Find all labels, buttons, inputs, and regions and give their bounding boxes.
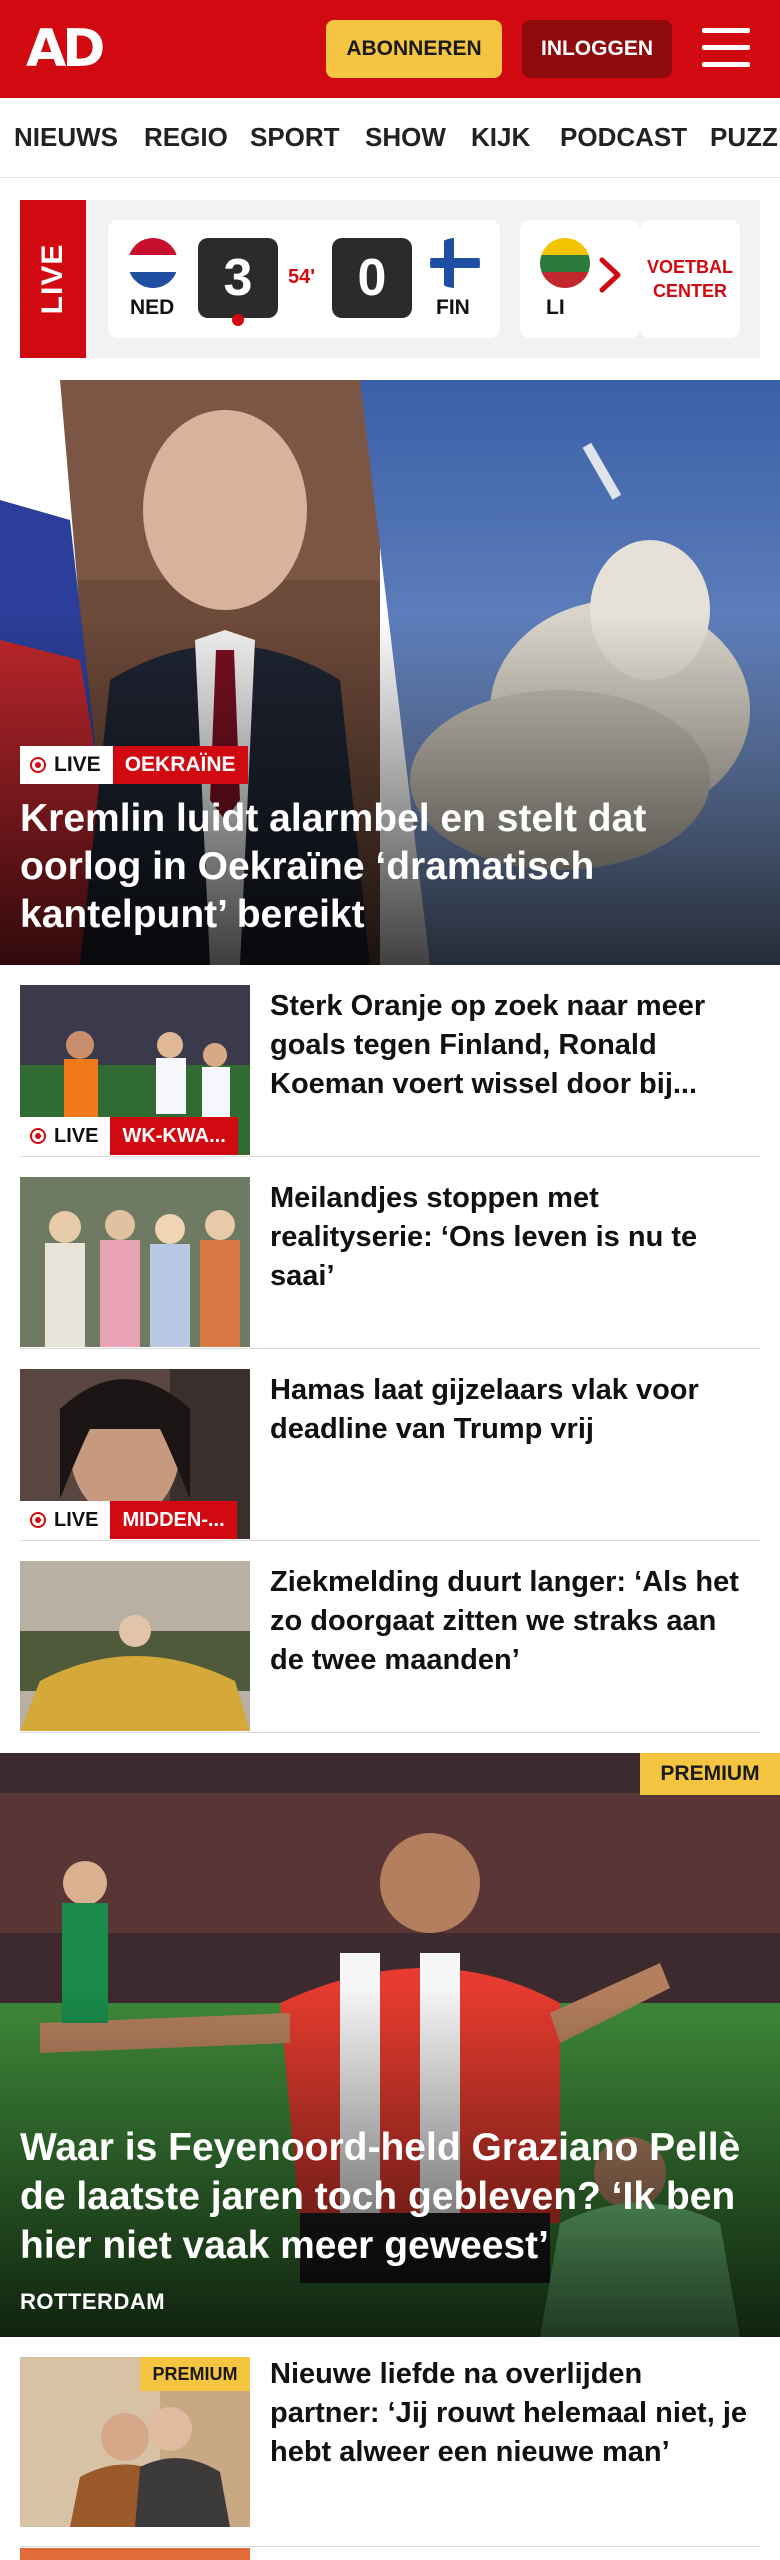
premium-hero-location: ROTTERDAM	[20, 2289, 166, 2314]
main-nav: NIEUWS REGIO SPORT SHOW KIJK PODCAST PUZ…	[0, 98, 780, 178]
article-thumbnail: LIVE WK-KWA...	[20, 985, 250, 1155]
nav-item-podcast[interactable]: PODCAST	[560, 122, 687, 153]
premium-badge: PREMIUM	[140, 2357, 250, 2391]
live-badge-label: LIVE	[54, 1124, 99, 1147]
article-title[interactable]: Sterk Oranje op zoek naar meer goals teg…	[270, 987, 750, 1104]
category-badge[interactable]: MIDDEN-...	[110, 1501, 237, 1539]
article-thumbnail: LIVE MIDDEN-...	[20, 1369, 250, 1539]
match-card[interactable]: NED 3 54' 0 FIN	[108, 220, 500, 338]
voetbal-center-line1: VOETBAL	[646, 257, 733, 277]
article-title[interactable]: Meilandjes stoppen met realityserie: ‘On…	[270, 1179, 750, 1296]
article-thumbnail: PREMIUM	[20, 2357, 250, 2527]
article-thumbnail	[20, 1177, 250, 1347]
live-dot-icon	[30, 1128, 46, 1144]
live-tab-label: LIVE	[36, 243, 69, 315]
voetbal-center-line2: CENTER	[652, 281, 727, 301]
live-badge: LIVE	[20, 1117, 111, 1155]
voetbal-center-link[interactable]: VOETBAL CENTER	[640, 220, 740, 338]
live-badge: LIVE	[20, 1501, 111, 1539]
finland-flag-icon	[430, 238, 480, 288]
away-score: 0	[332, 238, 412, 318]
nav-item-kijk[interactable]: KIJK	[471, 122, 530, 153]
home-score: 3	[198, 238, 278, 318]
premium-hero-article[interactable]: PREMIUM Waar is Feyenoord-held Graziano …	[0, 1753, 780, 2337]
live-scores-strip: LIVE NED 3 54' 0 FIN LI VOETBAL CENTER	[20, 200, 760, 358]
live-dot-icon	[30, 757, 46, 773]
site-header: AD ABONNEREN INLOGGEN	[0, 0, 780, 98]
category-badge[interactable]: WK-KWA...	[110, 1117, 238, 1155]
nav-item-puzzels[interactable]: PUZZ	[710, 122, 778, 153]
article-tags: LIVE MIDDEN-...	[20, 1501, 237, 1539]
next-article-thumbnail	[20, 2548, 250, 2560]
hamburger-menu-icon[interactable]	[702, 26, 750, 70]
hero-article[interactable]: LIVE OEKRAÏNE Kremlin luidt alarmbel en …	[0, 380, 780, 965]
subscribe-button[interactable]: ABONNEREN	[326, 20, 502, 78]
login-button[interactable]: INLOGGEN	[522, 20, 672, 78]
article-title[interactable]: Nieuwe liefde na overlijden partner: ‘Ji…	[270, 2355, 750, 2472]
category-badge[interactable]: OEKRAÏNE	[112, 746, 248, 784]
nav-item-regio[interactable]: REGIO	[144, 122, 228, 153]
live-badge: LIVE	[20, 746, 113, 784]
article-title[interactable]: Ziekmelding duurt langer: ‘Als het zo do…	[270, 1563, 750, 1680]
article-title[interactable]: Hamas laat gijzelaars vlak voor deadline…	[270, 1371, 750, 1449]
nav-item-nieuws[interactable]: NIEUWS	[14, 122, 118, 153]
article-tags: LIVE WK-KWA...	[20, 1117, 238, 1155]
next-match-team-code: LI	[546, 296, 565, 319]
list-item[interactable]: PREMIUM Nieuwe liefde na overlijden part…	[20, 2337, 760, 2547]
live-badge-label: LIVE	[54, 753, 101, 776]
list-item[interactable]: LIVE MIDDEN-... Hamas laat gijzelaars vl…	[20, 1349, 760, 1541]
list-item[interactable]: Ziekmelding duurt langer: ‘Als het zo do…	[20, 1541, 760, 1733]
lithuania-flag-icon	[540, 238, 590, 288]
article-thumbnail	[20, 1561, 250, 1731]
home-team-code: NED	[130, 296, 175, 319]
hero-title[interactable]: Kremlin luidt alarmbel en stelt dat oorl…	[20, 795, 740, 939]
premium-hero-title[interactable]: Waar is Feyenoord-held Graziano Pellè de…	[20, 2123, 760, 2270]
live-dot-icon	[30, 1512, 46, 1528]
nav-item-show[interactable]: SHOW	[365, 122, 446, 153]
chevron-right-icon[interactable]	[590, 250, 630, 300]
premium-badge: PREMIUM	[640, 1753, 780, 1795]
away-team-code: FIN	[436, 296, 470, 319]
live-tab[interactable]: LIVE	[20, 200, 86, 358]
nav-item-sport[interactable]: SPORT	[250, 122, 340, 153]
netherlands-flag-icon	[128, 238, 178, 288]
live-badge-label: LIVE	[54, 1508, 99, 1531]
list-item[interactable]: Meilandjes stoppen met realityserie: ‘On…	[20, 1157, 760, 1349]
live-indicator-dot	[232, 314, 244, 326]
list-item[interactable]: LIVE WK-KWA... Sterk Oranje op zoek naar…	[20, 965, 760, 1157]
hero-tags: LIVE OEKRAÏNE	[20, 746, 248, 784]
site-logo[interactable]: AD	[26, 22, 105, 76]
match-minute: 54'	[288, 266, 316, 288]
